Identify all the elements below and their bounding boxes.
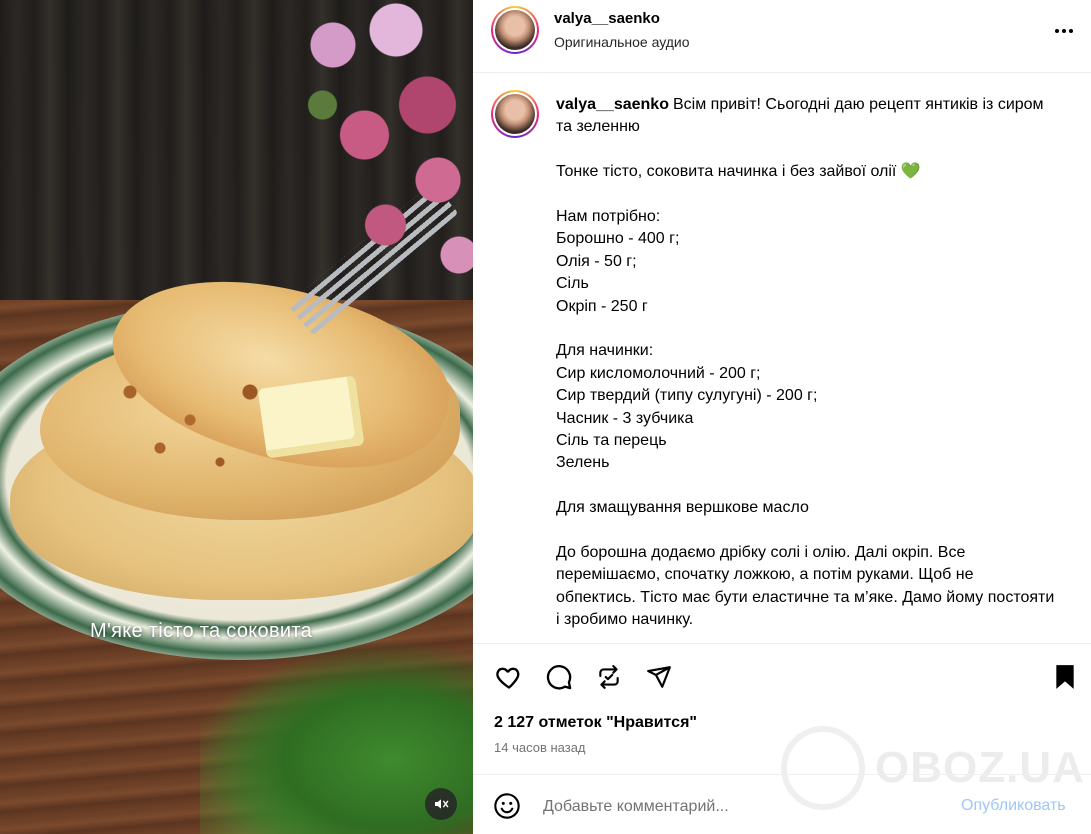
muted-speaker-icon bbox=[435, 799, 449, 809]
caption-block: Для змащування вершкове масло bbox=[556, 499, 809, 517]
video-caption: М'яке тісто та соковита bbox=[90, 620, 312, 642]
caption-username[interactable]: valya__saenko bbox=[556, 96, 669, 113]
repost-button[interactable] bbox=[594, 662, 624, 692]
comment-input[interactable] bbox=[543, 795, 943, 819]
emoji-button[interactable] bbox=[493, 792, 521, 820]
like-button[interactable] bbox=[494, 662, 524, 692]
caption-block: До борошна додаємо дрібку солі і олію. Д… bbox=[556, 544, 1059, 629]
mute-button[interactable] bbox=[425, 788, 457, 820]
action-bar: 2 127 отметок "Нравится" 14 часов назад … bbox=[473, 643, 1091, 810]
ellipsis-icon bbox=[1055, 29, 1073, 33]
avatar[interactable] bbox=[491, 6, 539, 54]
share-icon bbox=[647, 666, 671, 688]
caption-avatar[interactable] bbox=[491, 90, 539, 138]
post-header: valya__saenko Оригинальное аудио bbox=[473, 0, 1091, 73]
header-username[interactable]: valya__saenko bbox=[554, 10, 660, 27]
comment-bar: Опубликовать bbox=[473, 774, 1091, 834]
audio-label[interactable]: Оригинальное аудио bbox=[554, 34, 690, 50]
publish-button[interactable]: Опубликовать bbox=[961, 797, 1066, 815]
smiley-icon bbox=[494, 793, 520, 819]
lilac-flowers bbox=[270, 0, 473, 300]
likes-count[interactable]: 2 127 отметок "Нравится" bbox=[494, 714, 697, 732]
butter-pat bbox=[257, 375, 365, 459]
heart-icon bbox=[496, 667, 520, 689]
more-options-button[interactable] bbox=[1051, 18, 1077, 44]
caption-area: valya__saenko Всім привіт! Сьогодні даю р… bbox=[473, 74, 1091, 643]
save-button[interactable] bbox=[1050, 662, 1080, 692]
post-timestamp[interactable]: 14 часов назад bbox=[494, 740, 586, 755]
caption-block: Тонке тісто, соковита начинка і без зайв… bbox=[556, 163, 921, 181]
comment-icon bbox=[546, 665, 572, 690]
post-panel: valya__saenko Оригинальное аудио valya__… bbox=[473, 0, 1091, 834]
post-caption: valya__saenko Всім привіт! Сьогодні даю р… bbox=[556, 94, 1056, 632]
share-button[interactable] bbox=[644, 662, 674, 692]
post-media[interactable]: М'яке тісто та соковита bbox=[0, 0, 473, 834]
caption-block: Для начинки: Сир кисломолочний - 200 г; … bbox=[556, 342, 818, 472]
bookmark-icon bbox=[1056, 665, 1074, 689]
repost-icon bbox=[599, 665, 619, 689]
caption-block: Нам потрібно: Борошно - 400 г; Олія - 50… bbox=[556, 208, 680, 315]
comment-button[interactable] bbox=[544, 662, 574, 692]
